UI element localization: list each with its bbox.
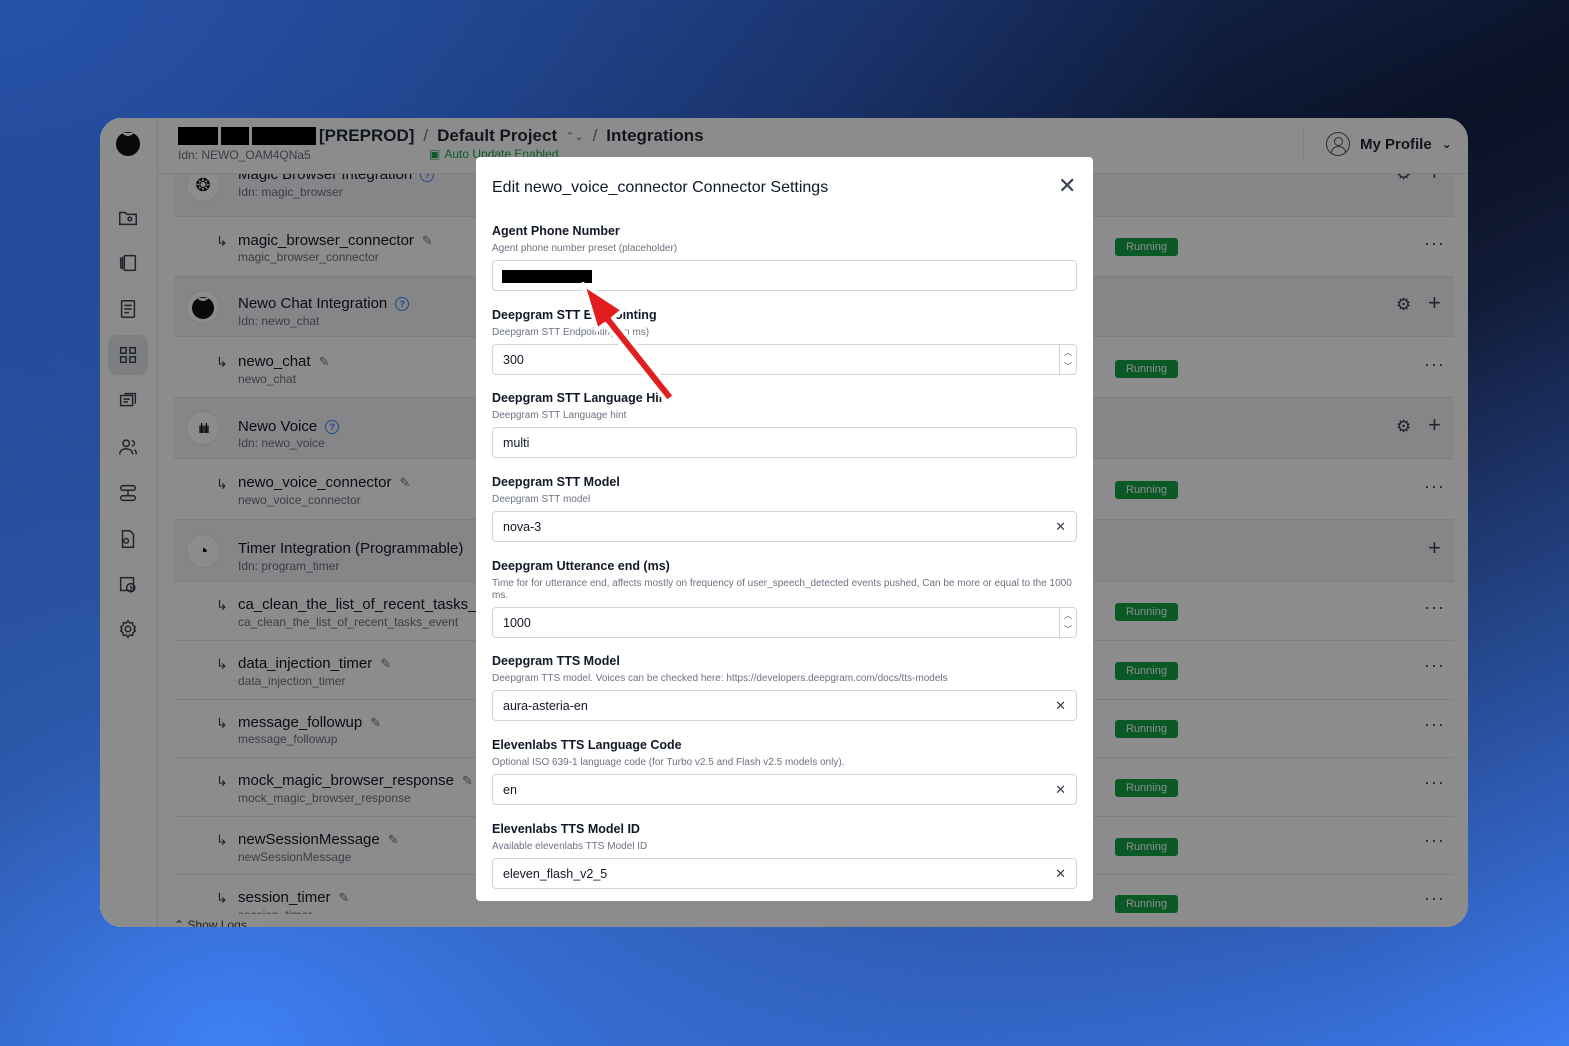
utterance-end-field: Deepgram Utterance end (ms) Time for for… bbox=[492, 559, 1077, 638]
chevron-up-icon[interactable]: ︿ bbox=[1064, 347, 1072, 358]
stt-model-select[interactable]: nova-3 ✕ bbox=[492, 511, 1077, 542]
tts-model-id-field: Elevenlabs TTS Model ID Available eleven… bbox=[492, 822, 1077, 889]
clear-icon[interactable]: ✕ bbox=[1055, 519, 1066, 535]
tts-model-select[interactable]: aura-asteria-en ✕ bbox=[492, 690, 1077, 721]
agent-phone-field: Agent Phone Number Agent phone number pr… bbox=[492, 224, 1077, 291]
tts-model-field: Deepgram TTS Model Deepgram TTS model. V… bbox=[492, 654, 1077, 721]
number-stepper[interactable]: ︿ ﹀ bbox=[1059, 608, 1076, 637]
stt-model-field: Deepgram STT Model Deepgram STT model no… bbox=[492, 475, 1077, 542]
chevron-up-icon[interactable]: ︿ bbox=[1064, 610, 1072, 621]
stt-endpointing-field: Deepgram STT Endpointing Deepgram STT En… bbox=[492, 308, 1077, 375]
stt-language-field: Deepgram STT Language Hint Deepgram STT … bbox=[492, 391, 1077, 458]
stt-language-input[interactable]: multi bbox=[492, 427, 1077, 458]
agent-phone-input[interactable] bbox=[492, 260, 1077, 291]
chevron-down-icon[interactable]: ﹀ bbox=[1064, 624, 1072, 635]
tts-language-select[interactable]: en ✕ bbox=[492, 774, 1077, 805]
redacted-value bbox=[502, 270, 592, 284]
stt-endpointing-input[interactable]: 300 ︿ ﹀ bbox=[492, 344, 1077, 375]
connector-settings-modal: Edit newo_voice_connector Connector Sett… bbox=[476, 157, 1093, 901]
clear-icon[interactable]: ✕ bbox=[1055, 782, 1066, 798]
utterance-end-input[interactable]: 1000 ︿ ﹀ bbox=[492, 607, 1077, 638]
number-stepper[interactable]: ︿ ﹀ bbox=[1059, 345, 1076, 374]
tts-language-field: Elevenlabs TTS Language Code Optional IS… bbox=[492, 738, 1077, 805]
tts-model-id-select[interactable]: eleven_flash_v2_5 ✕ bbox=[492, 858, 1077, 889]
clear-icon[interactable]: ✕ bbox=[1055, 698, 1066, 714]
clear-icon[interactable]: ✕ bbox=[1055, 866, 1066, 882]
close-icon[interactable]: ✕ bbox=[1058, 175, 1076, 197]
modal-title: Edit newo_voice_connector Connector Sett… bbox=[492, 179, 829, 196]
chevron-down-icon[interactable]: ﹀ bbox=[1064, 361, 1072, 372]
